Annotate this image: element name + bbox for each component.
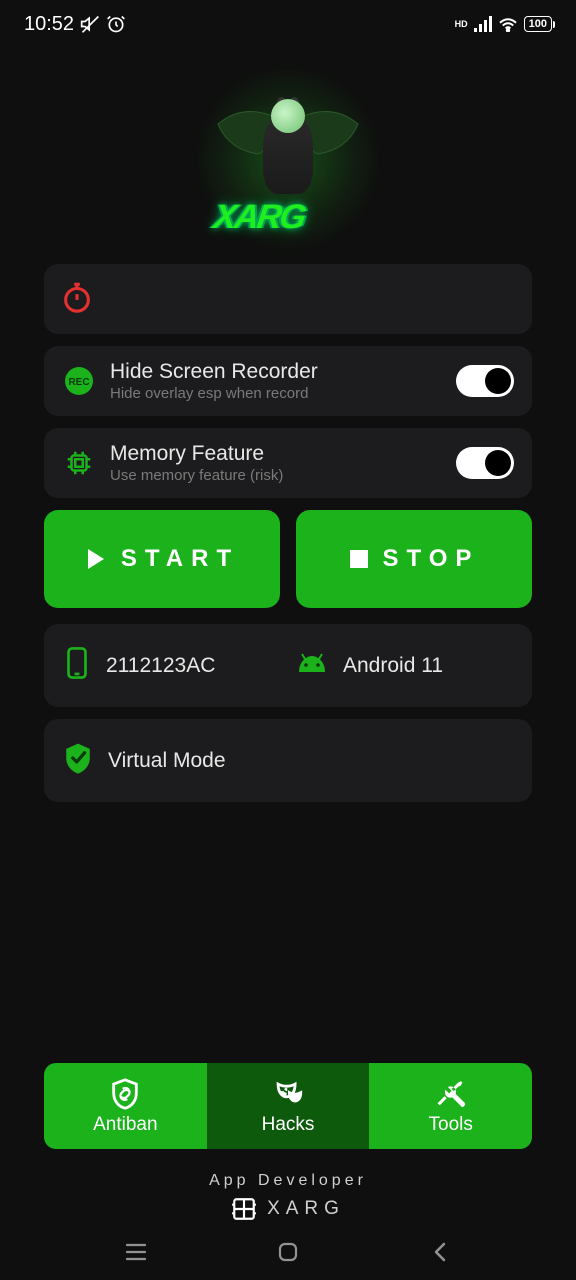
system-nav-bar <box>0 1224 576 1280</box>
hd-icon: HD <box>455 19 468 29</box>
nav-tools[interactable]: Tools <box>369 1063 532 1149</box>
memory-feature-title: Memory Feature <box>110 442 442 466</box>
rec-icon: REC <box>62 364 96 398</box>
nav-antiban-label: Antiban <box>93 1114 157 1136</box>
start-label: START <box>121 545 239 573</box>
nav-tools-label: Tools <box>429 1114 473 1136</box>
phone-icon <box>62 646 92 685</box>
tools-icon <box>434 1077 468 1111</box>
sys-recent-button[interactable] <box>116 1232 156 1272</box>
alarm-icon <box>106 14 126 34</box>
footer: App Developer XARG <box>0 1172 576 1222</box>
footer-brand-text: XARG <box>267 1198 345 1220</box>
hide-recorder-title: Hide Screen Recorder <box>110 360 442 384</box>
device-info-card: 2112123AC Android 11 <box>44 624 532 707</box>
app-logo: XARG <box>0 54 576 264</box>
svg-text:REC: REC <box>68 377 89 388</box>
stop-button[interactable]: STOP <box>296 510 532 608</box>
stopwatch-icon <box>60 280 94 319</box>
chip-icon <box>62 446 96 480</box>
stop-icon <box>349 549 369 569</box>
virtual-mode-label: Virtual Mode <box>108 749 226 773</box>
shield-check-icon <box>62 741 94 780</box>
sys-home-button[interactable] <box>268 1232 308 1272</box>
memory-feature-row: Memory Feature Use memory feature (risk) <box>44 428 532 498</box>
footer-label: App Developer <box>0 1172 576 1190</box>
battery-icon: 100 <box>524 16 552 32</box>
shield-link-icon <box>108 1077 142 1111</box>
wifi-icon <box>498 16 518 32</box>
hide-recorder-row: REC Hide Screen Recorder Hide overlay es… <box>44 346 532 416</box>
nav-antiban[interactable]: Antiban <box>44 1063 207 1149</box>
signal-icon <box>474 16 492 32</box>
status-time: 10:52 <box>24 13 74 36</box>
memory-feature-toggle[interactable] <box>456 447 514 479</box>
masks-icon <box>271 1077 305 1111</box>
start-button[interactable]: START <box>44 510 280 608</box>
grid-icon <box>231 1196 257 1222</box>
status-bar: 10:52 HD 100 <box>0 0 576 44</box>
bottom-nav: Antiban Hacks Tools <box>44 1063 532 1149</box>
nav-hacks-label: Hacks <box>262 1114 315 1136</box>
stop-label: STOP <box>383 545 480 573</box>
logo-brand-text: XARG <box>211 198 307 237</box>
hide-recorder-subtitle: Hide overlay esp when record <box>110 385 442 402</box>
device-os: Android 11 <box>343 654 443 678</box>
mute-icon <box>80 14 100 34</box>
memory-feature-subtitle: Use memory feature (risk) <box>110 467 442 484</box>
sys-back-button[interactable] <box>420 1232 460 1272</box>
android-icon <box>295 652 329 679</box>
timer-card <box>44 264 532 334</box>
hide-recorder-toggle[interactable] <box>456 365 514 397</box>
nav-hacks[interactable]: Hacks <box>207 1063 370 1149</box>
virtual-mode-card: Virtual Mode <box>44 719 532 802</box>
play-icon <box>85 547 107 571</box>
device-model: 2112123AC <box>106 654 215 678</box>
